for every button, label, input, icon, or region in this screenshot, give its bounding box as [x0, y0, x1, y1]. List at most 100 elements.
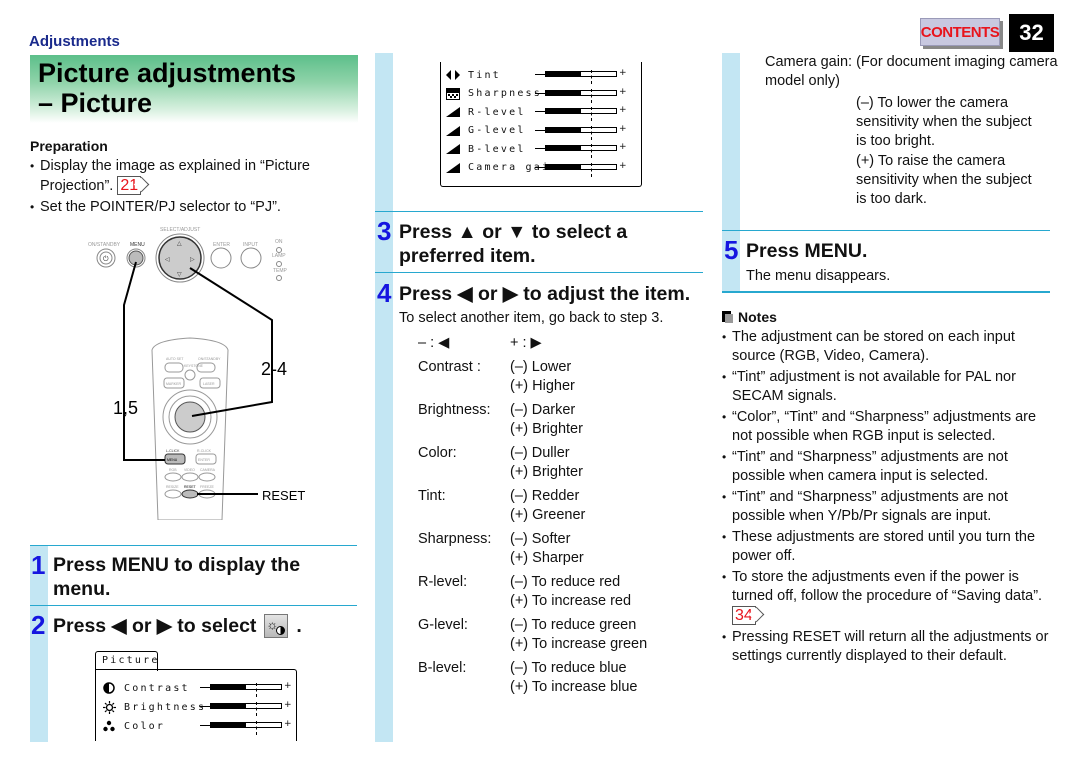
- divider: [722, 291, 1050, 293]
- osd-menu-item[interactable]: Contrast: [102, 680, 190, 696]
- camera-gain-intro: Camera gain: (For document imaging camer…: [765, 54, 1058, 89]
- section-label: Adjustments: [29, 33, 120, 50]
- plus-sign: +: [619, 142, 629, 152]
- divider: [30, 545, 357, 546]
- adjust-row: Sharpness: (–) Softer (+) Sharper: [418, 530, 698, 569]
- osd-menu-item[interactable]: B-level: [446, 141, 526, 157]
- label-camera: CAMERA: [200, 468, 216, 472]
- note-item: These adjustments are stored until you t…: [722, 528, 1052, 566]
- note-item: “Tint” adjustment is not available for P…: [722, 368, 1052, 406]
- adjust-key: Tint:: [418, 487, 446, 504]
- osd-menu-bottom: Tint + Sharpness + R-level + G-level + B-level + C…: [440, 62, 645, 187]
- level-icon: [446, 106, 460, 118]
- osd-menu-item[interactable]: Brightness: [102, 699, 206, 715]
- step-4-text: Press ◀ or ▶ to adjust the item.: [399, 283, 691, 305]
- divider: [722, 230, 1050, 231]
- step-2-text: Press ◀ or ▶ to select ☼ .: [53, 614, 302, 638]
- step-5-text: Press MENU.: [746, 240, 868, 262]
- tint-icon: [446, 69, 460, 81]
- adjust-row: G-level: (–) To reduce green (+) To increa…: [418, 616, 698, 655]
- notes-icon: [722, 311, 733, 323]
- osd-item-slider[interactable]: +: [535, 123, 629, 140]
- osd-item-label: R-level: [468, 106, 526, 118]
- osd-menu-item[interactable]: Sharpness: [446, 86, 542, 102]
- label-auto-set: AUTO SET: [166, 357, 184, 361]
- divider: [375, 211, 703, 212]
- preparation-item: Display the image as explained in “Pictu…: [30, 157, 350, 196]
- osd-item-slider[interactable]: +: [535, 67, 627, 84]
- callout-1-5: 1,5: [113, 398, 138, 418]
- svg-text:△: △: [177, 240, 182, 247]
- page-number: 32: [1009, 14, 1054, 52]
- label-keystone: KEYSTONE: [184, 364, 204, 368]
- osd-menu-item[interactable]: G-level: [446, 123, 526, 139]
- osd-item-slider[interactable]: +: [200, 718, 294, 735]
- label-remote-standby: ON/STANDBY: [198, 357, 221, 361]
- osd-item-label: Brightness: [124, 701, 207, 713]
- osd-item-slider[interactable]: +: [535, 104, 627, 121]
- label-lamp: LAMP: [272, 253, 286, 259]
- adjust-key: R-level:: [418, 573, 468, 590]
- step-number: 5: [724, 235, 739, 265]
- divider: [375, 272, 703, 273]
- osd-menu-item[interactable]: Color: [102, 718, 165, 734]
- osd-item-slider[interactable]: +: [200, 680, 292, 697]
- input-button-panel[interactable]: [240, 247, 262, 269]
- label-remote-reset: RESET: [184, 485, 197, 489]
- adjust-key: Brightness:: [418, 401, 491, 418]
- level-icon: [446, 162, 460, 174]
- osd-item-slider[interactable]: +: [535, 141, 629, 158]
- label-rgb: RGB: [169, 468, 177, 472]
- svg-text:⏻: ⏻: [103, 255, 109, 263]
- adjust-plus: (+) To increase blue: [510, 679, 638, 695]
- note-item: “Tint” and “Sharpness” adjustments are n…: [722, 448, 1052, 486]
- osd-item-label: B-level: [468, 143, 526, 155]
- page-ref-link[interactable]: 21: [117, 176, 142, 195]
- preparation-item: Set the POINTER/PJ selector to “PJ”.: [30, 198, 350, 217]
- label-menu: MENU: [130, 242, 145, 248]
- plus-sign: +: [284, 700, 294, 710]
- adjust-row: Contrast : (–) Lower (+) Higher: [418, 358, 698, 397]
- label-resize: RESIZE: [166, 485, 179, 489]
- step-number: 2: [31, 610, 46, 640]
- page-ref-link[interactable]: 34: [732, 606, 756, 625]
- note-item: “Color”, “Tint” and “Sharpness” adjustme…: [722, 408, 1052, 446]
- adjust-minus: (–) To reduce red: [510, 573, 621, 590]
- note-item: Pressing RESET will return all the adjus…: [722, 628, 1052, 666]
- adjust-minus: (–) Redder: [510, 487, 580, 504]
- osd-item-slider[interactable]: +: [535, 86, 629, 103]
- adjust-row: Brightness: (–) Darker (+) Brighter: [418, 401, 698, 440]
- osd-item-slider[interactable]: +: [200, 699, 294, 716]
- adjust-plus: (+) Brighter: [510, 464, 583, 480]
- color-icon: [102, 720, 116, 732]
- note-item: “Tint” and “Sharpness” adjustments are n…: [722, 488, 1052, 526]
- note-item: To store the adjustments even if the pow…: [722, 568, 1052, 626]
- step-5-sub: The menu disappears.: [746, 268, 891, 284]
- contents-button[interactable]: CONTENTS: [920, 18, 1000, 46]
- minus-key: – : ◀: [418, 335, 450, 351]
- adjust-plus: (+) Brighter: [510, 421, 583, 437]
- page-title: Picture adjustments – Picture: [38, 58, 296, 118]
- enter-button-panel[interactable]: [210, 247, 232, 269]
- label-marker: MARKER: [166, 382, 181, 386]
- osd-item-slider[interactable]: +: [535, 160, 627, 177]
- label-input: INPUT: [243, 242, 258, 248]
- contrast-icon: [102, 682, 116, 694]
- adjust-row: Color: (–) Duller (+) Brighter: [418, 444, 698, 483]
- plus-sign: +: [619, 123, 629, 134]
- notes-heading: Notes: [722, 309, 777, 325]
- adjust-plus: (+) Sharper: [510, 550, 584, 566]
- sharpness-icon: [446, 87, 460, 100]
- callout-reset: RESET: [262, 488, 305, 503]
- osd-item-label: Color: [124, 720, 166, 732]
- adjust-key: Sharpness:: [418, 530, 492, 547]
- label-on-standby: ON/STANDBY: [88, 242, 121, 248]
- osd-menu-item[interactable]: Tint: [446, 67, 501, 83]
- level-icon: [446, 125, 460, 137]
- osd-menu-item[interactable]: R-level: [446, 104, 526, 120]
- projector-remote-diagram: SELECT/ADJUST ON/STANDBY MENU ENTER INPU…: [88, 227, 305, 520]
- step-number: 3: [377, 216, 392, 246]
- reset-button-remote[interactable]: [181, 489, 199, 499]
- plus-sign: +: [284, 719, 294, 729]
- plus-sign: +: [619, 86, 629, 97]
